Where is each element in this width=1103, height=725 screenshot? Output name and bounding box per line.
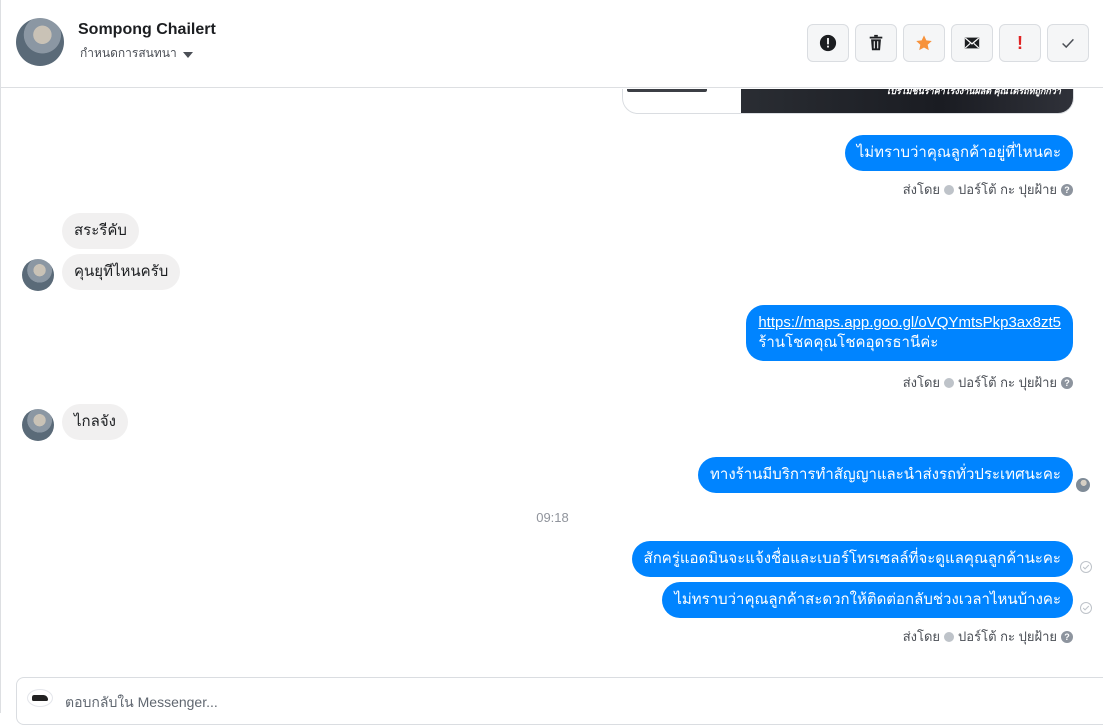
- sent-by-label: ส่งโดย: [902, 182, 941, 197]
- maps-link[interactable]: https://maps.app.goo.gl/oVQYmtsPkp3ax8zt…: [758, 314, 1061, 331]
- sent-by-info: ส่งโดย ปอร์โต้ กะ ปุยฝ้าย ?: [903, 372, 1073, 393]
- messenger-inbox-panel: Sompong Chailert กำหนดการสนทนา ! โปรโมชั…: [0, 0, 1103, 725]
- link-message-text: ร้านโชคคุณโชคอุดรธานีค่ะ: [758, 334, 939, 351]
- outgoing-message[interactable]: สักครู่แอดมินจะแจ้งชื่อและเบอร์โทรเซลล์ท…: [631, 541, 1073, 577]
- message-timestamp: 09:18: [536, 510, 569, 525]
- contact-avatar-small[interactable]: [22, 259, 54, 291]
- sent-by-info: ส่งโดย ปอร์โต้ กะ ปุยฝ้าย ?: [903, 626, 1073, 647]
- check-icon: [1062, 38, 1074, 49]
- star-button[interactable]: [903, 24, 945, 62]
- sender-dot-icon: [944, 377, 955, 388]
- incoming-message[interactable]: ไกลจัง: [62, 404, 128, 440]
- trash-icon: [869, 34, 883, 51]
- sent-by-info: ส่งโดย ปอร์โต้ กะ ปุยฝ้าย ?: [903, 179, 1073, 200]
- seen-avatar-icon: [1076, 478, 1090, 492]
- sent-check-icon: [1080, 602, 1092, 614]
- outgoing-message[interactable]: ไม่ทราบว่าคุณลูกค้าสะดวกให้ติดต่อกลับช่ว…: [662, 582, 1073, 618]
- message-thread[interactable]: โปรโมชั่นราคาโรงงานผลิต คุณได้รถที่ถูกกว…: [1, 89, 1103, 674]
- sender-dot-icon: [944, 184, 955, 195]
- alert-icon: [819, 34, 837, 52]
- sender-name[interactable]: ปอร์โต้ กะ ปุยฝ้าย: [958, 179, 1057, 200]
- help-icon[interactable]: ?: [1061, 376, 1073, 389]
- conversation-toolbar: !: [807, 24, 1089, 62]
- mark-spam-button[interactable]: !: [999, 24, 1041, 62]
- help-icon[interactable]: ?: [1061, 630, 1073, 643]
- incoming-message[interactable]: สระรีคับ: [62, 213, 139, 249]
- sender-dot-icon: [944, 631, 955, 642]
- help-icon[interactable]: ?: [1061, 183, 1073, 196]
- page-logo-icon: [27, 689, 53, 707]
- conversation-settings-dropdown[interactable]: กำหนดการสนทนา: [80, 44, 193, 63]
- outgoing-link-message[interactable]: https://maps.app.goo.gl/oVQYmtsPkp3ax8zt…: [746, 305, 1073, 361]
- sent-check-icon: [1080, 561, 1092, 573]
- contact-name[interactable]: Sompong Chailert: [78, 21, 216, 39]
- reply-composer[interactable]: ตอบกลับใน Messenger...: [16, 677, 1103, 725]
- promo-banner-text: โปรโมชั่นราคาโรงงานผลิต คุณได้รถที่ถูกกว…: [885, 89, 1061, 96]
- incoming-message[interactable]: คุนยุทีไหนครับ: [62, 254, 181, 290]
- caret-down-icon: [182, 51, 193, 58]
- shared-image-attachment[interactable]: โปรโมชั่นราคาโรงงานผลิต คุณได้รถที่ถูกกว…: [622, 89, 1074, 114]
- conversation-settings-label: กำหนดการสนทนา: [80, 46, 177, 60]
- contact-avatar[interactable]: [16, 18, 64, 66]
- conversation-header: Sompong Chailert กำหนดการสนทนา !: [1, 0, 1103, 88]
- mark-done-button[interactable]: [1047, 24, 1089, 62]
- sent-by-label: ส่งโดย: [902, 375, 941, 390]
- envelope-icon: [964, 37, 980, 49]
- mail-button[interactable]: [951, 24, 993, 62]
- delete-button[interactable]: [855, 24, 897, 62]
- star-icon: [916, 35, 932, 51]
- sender-name[interactable]: ปอร์โต้ กะ ปุยฝ้าย: [958, 372, 1057, 393]
- contact-avatar-small[interactable]: [22, 409, 54, 441]
- sender-name[interactable]: ปอร์โต้ กะ ปุยฝ้าย: [958, 626, 1057, 647]
- spam-icon: !: [1017, 33, 1023, 53]
- outgoing-message[interactable]: ทางร้านมีบริการทำสัญญาและนำส่งรถทั่วประเ…: [698, 457, 1073, 493]
- outgoing-message[interactable]: ไม่ทราบว่าคุณลูกค้าอยู่ที่ไหนคะ: [844, 135, 1073, 171]
- car-image: [627, 89, 707, 92]
- info-button[interactable]: [807, 24, 849, 62]
- reply-input[interactable]: ตอบกลับใน Messenger...: [65, 692, 218, 714]
- sent-by-label: ส่งโดย: [902, 629, 941, 644]
